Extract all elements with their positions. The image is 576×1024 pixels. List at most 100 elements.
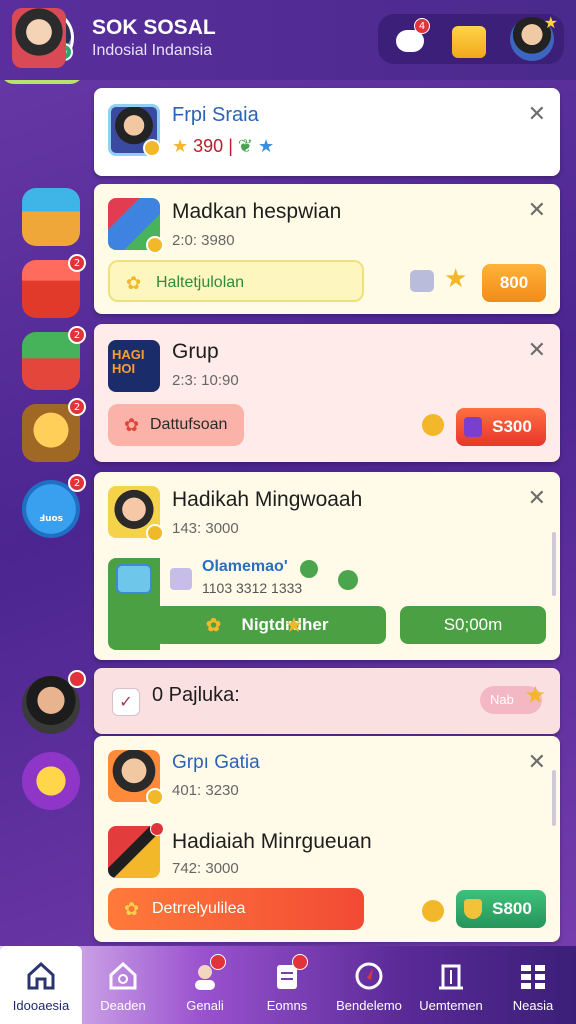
checkbox[interactable]: ✓ bbox=[112, 688, 140, 716]
row-title: Hadiaiah Minrgueuan bbox=[172, 830, 372, 853]
card-subtitle: 2:0: 3980 bbox=[172, 232, 235, 249]
rail-item-character[interactable]: 2 bbox=[22, 398, 86, 462]
close-icon[interactable]: ✕ bbox=[528, 750, 546, 775]
close-icon[interactable]: ✕ bbox=[528, 338, 546, 363]
nav-label: Uemtemen bbox=[419, 998, 483, 1013]
button-label: S800 bbox=[492, 899, 532, 918]
action-pill[interactable]: ✿ Detrrelyulilea bbox=[108, 888, 364, 930]
rail-item-gift-red[interactable]: 2 bbox=[22, 254, 86, 318]
rail-item-badge[interactable]: Ⅎuos 2 bbox=[22, 474, 86, 538]
card-task-header[interactable]: ✓ 0 Pajluka: Nab ★ bbox=[94, 668, 560, 734]
coin-icon bbox=[422, 900, 444, 922]
notification-icon[interactable]: 4 bbox=[390, 18, 430, 60]
notification-count: 4 bbox=[414, 18, 430, 34]
card-gift-offer[interactable]: Madkan hespwian 2:0: 3980 ✿ Haltetjulola… bbox=[94, 184, 560, 314]
rail-item-gift-green[interactable]: 2 bbox=[22, 326, 86, 390]
app-title: SOK SOSAL bbox=[92, 16, 216, 39]
coin-icon bbox=[146, 524, 164, 542]
home-icon bbox=[27, 961, 55, 990]
star-icon: ★ bbox=[524, 682, 546, 709]
close-icon[interactable]: ✕ bbox=[528, 198, 546, 223]
house-icon bbox=[109, 961, 137, 990]
primary-action-button[interactable]: ✿ Nigtdrdher ★ bbox=[154, 606, 386, 644]
nav-label: Neasia bbox=[512, 998, 554, 1013]
thumb-text: HAGI HOI bbox=[112, 347, 145, 376]
close-icon[interactable]: ✕ bbox=[528, 486, 546, 511]
green-gem-icon bbox=[300, 560, 318, 578]
green-gem-icon bbox=[338, 570, 358, 590]
nav-label: Deaden bbox=[100, 998, 146, 1013]
group-thumb: HAGI HOI bbox=[108, 340, 160, 392]
meta-number: 390 bbox=[193, 136, 224, 156]
gem-icon bbox=[464, 417, 482, 437]
card-subtitle: 2:3: 10:90 bbox=[172, 372, 239, 389]
scrollbar[interactable] bbox=[552, 770, 556, 826]
promo-subtitle: 1103 3312 1333 bbox=[202, 580, 303, 596]
star-blue-icon: ★ bbox=[258, 136, 275, 156]
nav-item-home-alt[interactable]: Deaden bbox=[82, 946, 164, 1024]
rail-item-friend[interactable] bbox=[22, 670, 86, 734]
nav-item-building[interactable]: Uemtemen bbox=[410, 946, 492, 1024]
notification-dot bbox=[292, 954, 308, 970]
action-pill[interactable]: ✿ Haltetjulolan bbox=[108, 260, 364, 302]
claim-button[interactable]: 800 bbox=[482, 264, 546, 302]
user-avatar[interactable]: ★ bbox=[510, 13, 558, 61]
coin-icon bbox=[422, 414, 444, 436]
coin-icon bbox=[143, 139, 161, 157]
card-friend[interactable]: Frpi Sraia ★ 390 | ❦ ★ ✕ bbox=[94, 88, 560, 176]
row-subtitle: 401: 3230 bbox=[172, 782, 239, 799]
nav-item-menu[interactable]: Neasia bbox=[492, 946, 576, 1024]
app-subtitle: Indosial Indansia bbox=[92, 42, 213, 59]
secondary-action-button[interactable]: S0;00m bbox=[400, 606, 546, 644]
coin-icon bbox=[146, 236, 164, 254]
card-title: Frpi Sraia bbox=[172, 104, 259, 126]
action-pill[interactable]: ✿ Dattufsoan bbox=[108, 404, 244, 446]
rail-badge bbox=[68, 670, 86, 688]
card-title: Madkan hespwian bbox=[172, 200, 342, 223]
leaf-icon: ❦ bbox=[237, 136, 254, 156]
nav-label: Genali bbox=[186, 998, 224, 1013]
card-group[interactable]: HAGI HOI Grup 2:3: 10:90 ✿ Dattufsoan S3… bbox=[94, 324, 560, 462]
tag-label: Nab bbox=[490, 692, 514, 707]
pill-label: Haltetjulolan bbox=[156, 274, 245, 291]
gift-thumb bbox=[108, 822, 164, 878]
close-icon[interactable]: ✕ bbox=[528, 102, 546, 127]
building-icon bbox=[439, 964, 463, 990]
gear-icon: ✿ bbox=[126, 273, 142, 293]
nav-item-profile[interactable]: Genali bbox=[164, 946, 246, 1024]
rail-item-crown[interactable] bbox=[22, 752, 80, 810]
weekly-thumb bbox=[108, 486, 164, 542]
friend-avatar bbox=[108, 104, 161, 157]
friend-avatar bbox=[108, 750, 164, 806]
gift-box-icon[interactable] bbox=[452, 26, 486, 58]
nav-item-home[interactable]: Idooaesia bbox=[0, 946, 82, 1024]
card-weekly-gift[interactable]: Hadikah Mingwoaah 143: 3000 Olamemao' 11… bbox=[94, 472, 560, 660]
star-icon: ★ bbox=[543, 13, 558, 32]
nav-label: Bendelemo bbox=[336, 998, 402, 1013]
card-title: Hadikah Mingwoaah bbox=[172, 488, 363, 511]
scrollbar[interactable] bbox=[552, 532, 556, 596]
nav-item-forms[interactable]: Eomns bbox=[246, 946, 328, 1024]
status-badge: Nab ★ bbox=[480, 682, 546, 714]
coin-icon bbox=[146, 788, 164, 806]
buy-button[interactable]: S300 bbox=[456, 408, 546, 446]
button-label: S300 bbox=[492, 417, 532, 436]
nav-label: Eomns bbox=[266, 998, 308, 1013]
star-icon: ★ bbox=[444, 264, 468, 294]
gear-icon: ✿ bbox=[124, 415, 140, 435]
card-task-list[interactable]: Grpı Gatia 401: 3230 Hadiaiah Minrgueuan… bbox=[94, 736, 560, 942]
compass-icon bbox=[355, 962, 383, 990]
rail-badge-label: Ⅎuos bbox=[38, 514, 64, 524]
card-subtitle: 143: 3000 bbox=[172, 520, 239, 537]
pill-label: Detrrelyulilea bbox=[152, 900, 246, 917]
nav-item-explore[interactable]: Bendelemo bbox=[328, 946, 410, 1024]
star-icon: ★ bbox=[285, 615, 302, 635]
rail-badge: 2 bbox=[68, 398, 86, 416]
box-icon bbox=[410, 270, 434, 292]
rail-item-gift[interactable] bbox=[22, 188, 80, 246]
gift-mini-icon bbox=[170, 568, 192, 590]
rail-badge: 2 bbox=[68, 254, 86, 272]
header-actions: 4 ★ bbox=[378, 13, 564, 64]
buy-button[interactable]: S800 bbox=[456, 890, 546, 928]
row-title: Grpı Gatia bbox=[172, 752, 260, 773]
